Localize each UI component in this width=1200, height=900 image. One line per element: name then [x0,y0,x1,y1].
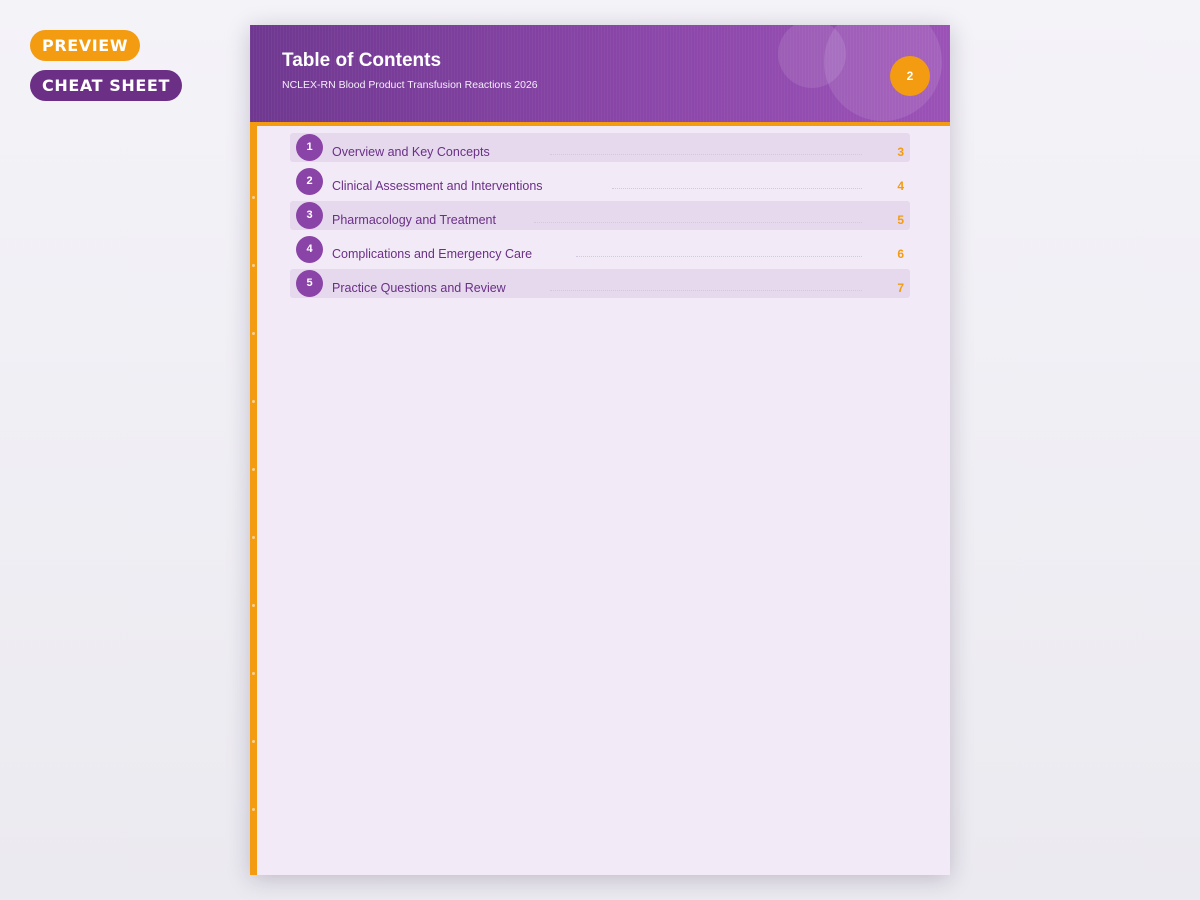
page-number-badge: 2 [890,56,930,96]
accent-dot [252,400,255,403]
dot-leader [550,290,862,291]
accent-dot [252,196,255,199]
accent-dot [252,604,255,607]
toc-entry[interactable]: 3 Pharmacology and Treatment 5 [290,201,910,230]
preview-badge: PREVIEW [30,30,141,61]
section-number-badge: 4 [296,236,323,263]
accent-dot [252,740,255,743]
section-title: Practice Questions and Review [332,281,506,295]
section-title: Clinical Assessment and Interventions [332,179,543,193]
page-title: Table of Contents [282,50,442,71]
dot-leader [550,154,862,155]
section-page-number: 6 [897,247,904,261]
page-header: Table of Contents NCLEX-RN Blood Product… [250,25,950,122]
dot-leader [612,188,862,189]
header-divider [250,122,950,126]
accent-dot [252,808,255,811]
section-number-badge: 5 [296,270,323,297]
section-page-number: 7 [897,281,904,295]
section-number-badge: 3 [296,202,323,229]
dot-leader [576,256,862,257]
accent-dot [252,672,255,675]
toc-entry[interactable]: 2 Clinical Assessment and Interventions … [290,167,910,196]
dot-leader [534,222,862,223]
section-number-badge: 2 [296,168,323,195]
toc-entry[interactable]: 1 Overview and Key Concepts 3 [290,133,910,162]
accent-dot [252,332,255,335]
document-page: Table of Contents NCLEX-RN Blood Product… [250,25,950,875]
cheat-sheet-badge: CHEAT SHEET [30,70,182,101]
page-subtitle: NCLEX-RN Blood Product Transfusion React… [282,79,538,91]
accent-dot [252,264,255,267]
section-title: Overview and Key Concepts [332,145,490,159]
section-page-number: 5 [897,213,904,227]
table-of-contents: 1 Overview and Key Concepts 3 2 Clinical… [290,133,910,303]
accent-dot [252,536,255,539]
accent-dot [252,468,255,471]
section-page-number: 4 [897,179,904,193]
toc-entry[interactable]: 5 Practice Questions and Review 7 [290,269,910,298]
section-page-number: 3 [897,145,904,159]
section-number-badge: 1 [296,134,323,161]
left-accent-bar [250,126,257,875]
section-title: Complications and Emergency Care [332,247,533,261]
toc-entry[interactable]: 4 Complications and Emergency Care 6 [290,235,910,264]
section-title: Pharmacology and Treatment [332,213,496,227]
